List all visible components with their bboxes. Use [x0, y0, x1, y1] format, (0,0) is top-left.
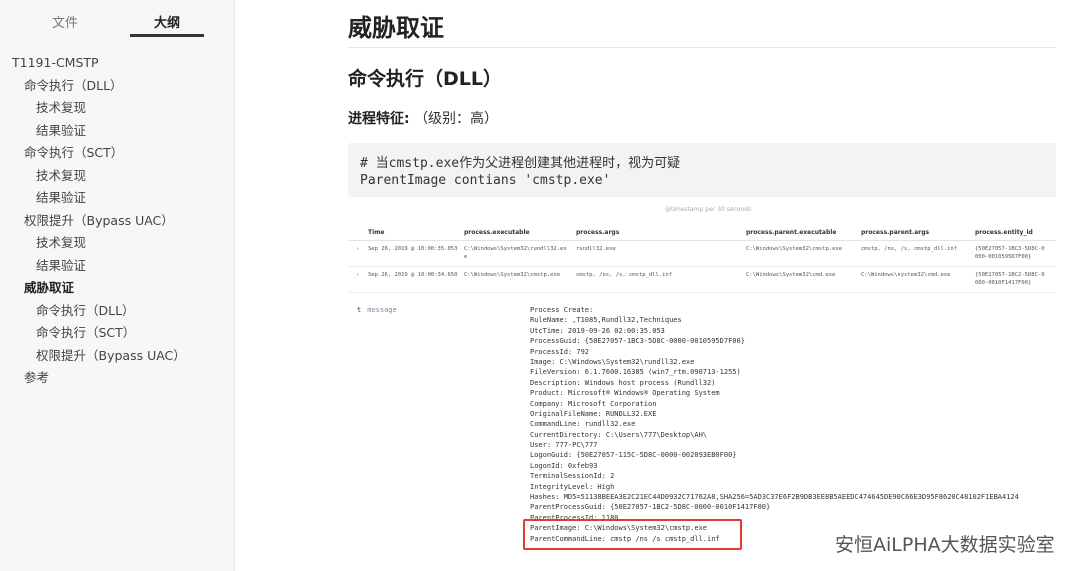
outline-item[interactable]: 技术复现: [0, 97, 234, 120]
outline-item[interactable]: 参考: [0, 367, 234, 390]
active-tab-indicator: [130, 34, 204, 37]
table-cell: Sep 26, 2019 @ 10:00:34.650: [368, 272, 458, 278]
paragraph-text: （级别：高）: [414, 111, 499, 127]
table-cell: C:\Windows\System32\cmd.exe: [746, 272, 836, 278]
outline-item[interactable]: 威胁取证: [0, 277, 234, 300]
message-line: ProcessGuid: {50E27057-1BC3-5D8C-0000-00…: [530, 337, 745, 346]
table-cell: C:\Windows\System32\cmstp.exe: [746, 246, 843, 252]
code-line: ParentImage contians 'cmstp.exe': [360, 173, 611, 188]
outline-item[interactable]: 结果验证: [0, 187, 234, 210]
outline-item[interactable]: 技术复现: [0, 232, 234, 255]
paragraph: 进程特征: （级别：高）: [348, 108, 498, 128]
paragraph-bold: 进程特征:: [348, 111, 410, 127]
table-cell: C:\Windows\System32\cmstp.exe: [464, 272, 561, 278]
message-line: LogonId: 0xfeb93: [530, 461, 598, 470]
outline-item[interactable]: 命令执行（SCT）: [0, 142, 234, 165]
column-header-executable: process.executable: [464, 229, 530, 236]
message-line: IntegrityLevel: High: [530, 482, 615, 491]
table-cell: {50E27057-1BC2-5D8C-0 000-0010F1417F00}: [975, 272, 1045, 286]
column-header-entity-id: process.entity_id: [975, 229, 1033, 236]
table-cell: C:\Windows\system32\cmd.exe: [861, 272, 951, 278]
message-line: Description: Windows host process (Rundl…: [530, 378, 716, 387]
message-label: message: [367, 306, 397, 314]
field-type-icon: t: [357, 306, 362, 314]
outline-item[interactable]: 结果验证: [0, 255, 234, 278]
event-table: Time process.executable process.args pro…: [348, 226, 1056, 293]
document-content: 威胁取证 命令执行（DLL） 进程特征: （级别：高） # 当cmstp.exe…: [235, 0, 1080, 571]
tab-outline[interactable]: 大纲: [130, 12, 204, 31]
message-line: User: 777-PC\777: [530, 441, 598, 450]
outline-item[interactable]: 命令执行（SCT）: [0, 322, 234, 345]
column-header-time: Time: [368, 229, 385, 236]
heading-divider: [348, 47, 1056, 48]
expand-row-icon[interactable]: ›: [356, 271, 359, 279]
outline-item[interactable]: 权限提升（Bypass UAC）: [0, 345, 234, 368]
table-cell: cmstp, /ns, /s, cmstp_dll.inf: [576, 272, 673, 278]
code-line: # 当cmstp.exe作为父进程创建其他进程时，视为可疑: [360, 156, 681, 171]
table-cell: cmstp, /ns, /s, cmstp_dll.inf: [861, 246, 958, 252]
table-cell: rundll32.exe: [576, 246, 616, 252]
column-header-parent-args: process.parent.args: [861, 229, 930, 236]
message-line: Image: C:\Windows\System32\rundll32.exe: [530, 357, 695, 366]
column-header-parent-executable: process.parent.executable: [746, 229, 837, 236]
event-table-header: Time process.executable process.args pro…: [348, 226, 1056, 241]
message-line: TerminalSessionId: 2: [530, 472, 615, 481]
expand-row-icon[interactable]: ›: [356, 245, 359, 253]
message-body: Process Create: RuleName: ,T1085,Rundll32…: [530, 305, 1019, 544]
code-block[interactable]: # 当cmstp.exe作为父进程创建其他进程时，视为可疑 ParentImag…: [348, 143, 1056, 197]
message-line: ParentProcessGuid: {50E27057-1BC2-5D8C-0…: [530, 503, 771, 512]
message-line: ProcessId: 792: [530, 347, 590, 356]
outline-item[interactable]: 命令执行（DLL）: [0, 75, 234, 98]
outline-tree: T1191-CMSTP 命令执行（DLL） 技术复现 结果验证 命令执行（SCT） 技术复…: [0, 52, 234, 390]
message-line: RuleName: ,T1085,Rundll32,Techniques: [530, 316, 682, 325]
sidebar: 文件 大纲 T1191-CMSTP 命令执行（DLL） 技术复现 结果验证 命令执行（S…: [0, 0, 235, 571]
table-row[interactable]: › Sep 26, 2019 @ 10:00:34.650 C:\Windows…: [348, 267, 1056, 293]
message-line: UtcTime: 2019-09-26 02:00:35.053: [530, 326, 665, 335]
message-line: Company: Microsoft Corporation: [530, 399, 657, 408]
tab-file[interactable]: 文件: [28, 12, 102, 31]
message-line: CommandLine: rundll32.exe: [530, 420, 636, 429]
message-line: LogonGuid: {50E27057-115C-5D8C-0000-0020…: [530, 451, 737, 460]
outline-item[interactable]: 命令执行（DLL）: [0, 300, 234, 323]
table-cell: Sep 26, 2019 @ 10:00:35.053: [368, 246, 458, 252]
outline-item[interactable]: T1191-CMSTP: [0, 52, 234, 75]
heading-2: 命令执行（DLL）: [348, 68, 502, 90]
column-header-args: process.args: [576, 229, 620, 236]
sidebar-tabs: 文件 大纲: [0, 0, 234, 40]
table-cell: {50E27057-1BC3-5D8C-0 000-0010595D7F00}: [975, 246, 1045, 260]
message-field-key: t message: [357, 306, 397, 314]
message-line: Product: Microsoft® Windows® Operating S…: [530, 389, 720, 398]
outline-item[interactable]: 结果验证: [0, 120, 234, 143]
highlight-box: [523, 519, 742, 550]
table-cell: C:\Windows\System32\rundll32.ex e: [464, 246, 567, 260]
outline-item[interactable]: 技术复现: [0, 165, 234, 188]
heading-1: 威胁取证: [348, 14, 444, 42]
message-line: CurrentDirectory: C:\Users\777\Desktop\A…: [530, 430, 708, 439]
watermark: 安恒AiLPHA大数据实验室: [835, 534, 1055, 556]
screenshot-caption: @timestamp per 30 seconds: [665, 206, 752, 213]
message-line: OriginalFileName: RUNDLL32.EXE: [530, 409, 657, 418]
message-line: FileVersion: 6.1.7600.16385 (win7_rtm.09…: [530, 368, 741, 377]
table-row[interactable]: › Sep 26, 2019 @ 10:00:35.053 C:\Windows…: [348, 241, 1056, 267]
message-line: Process Create:: [530, 306, 594, 314]
message-line: Hashes: MD5=51138BEEA3E2C21EC44D0932C717…: [530, 493, 1019, 502]
outline-item[interactable]: 权限提升（Bypass UAC）: [0, 210, 234, 233]
